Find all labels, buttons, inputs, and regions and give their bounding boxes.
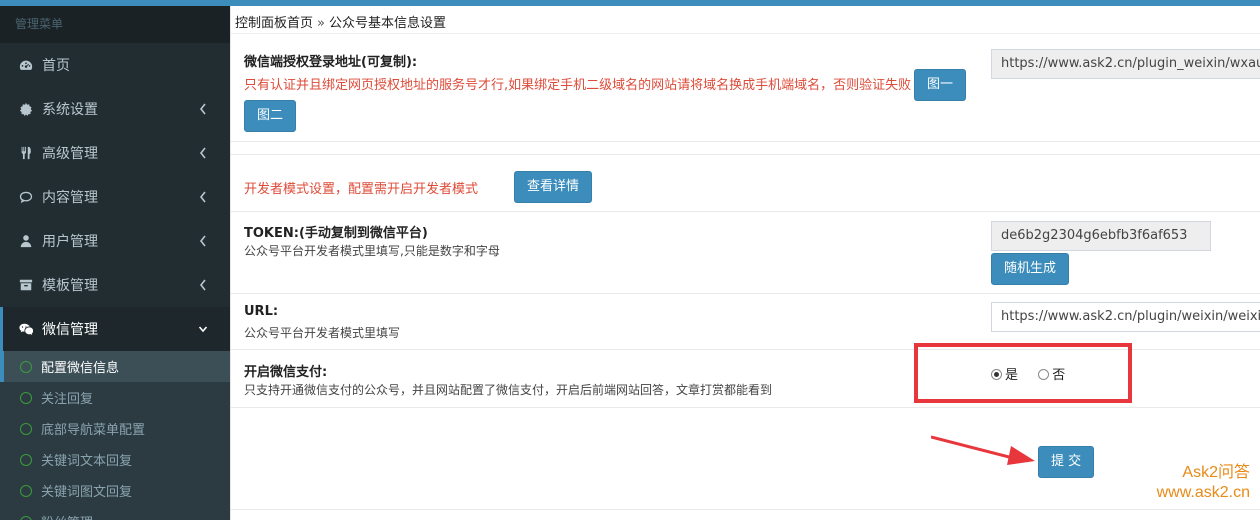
url-row: URL: 公众号平台开发者模式里填写 https://www.ask2.cn/p…: [231, 294, 1260, 350]
sidebar-subitem-fans[interactable]: 粉丝管理: [0, 506, 230, 520]
dashboard-icon: [18, 57, 34, 73]
circle-icon: [20, 453, 32, 466]
auth-url-warning: 只有认证并且绑定网页授权地址的服务号才行,如果绑定手机二级域名的网站请将域名换成…: [244, 78, 912, 93]
sidebar-subitem-config-wechat[interactable]: 配置微信信息: [0, 351, 230, 382]
sidebar-item-users[interactable]: 用户管理: [0, 219, 230, 263]
watermark: Ask2问答 www.ask2.cn: [1157, 463, 1250, 503]
sidebar-subitem-label: 关键词图文回复: [41, 485, 133, 500]
annotation-arrow-icon: [931, 435, 1035, 465]
chevron-left-icon: [198, 278, 212, 292]
sidebar-item-home[interactable]: 首页: [0, 43, 230, 87]
user-icon: [18, 233, 34, 249]
sidebar-item-label: 用户管理: [42, 234, 98, 250]
view-detail-button[interactable]: 查看详情: [514, 171, 593, 203]
auth-url-field[interactable]: https://www.ask2.cn/plugin_weixin/wxauth…: [991, 49, 1260, 79]
circle-icon: [20, 422, 32, 435]
gear-icon: [18, 101, 34, 117]
sidebar-subitem-label: 关注回复: [41, 392, 94, 407]
sidebar-subitem-keyword-news[interactable]: 关键词图文回复: [0, 475, 230, 506]
sidebar-subitem-label: 配置微信信息: [41, 361, 120, 376]
sidebar-subitem-label: 关键词文本回复: [41, 454, 133, 469]
sidebar-item-wechat[interactable]: 微信管理: [0, 307, 230, 351]
wechat-pay-label: 开启微信支付:: [244, 365, 328, 380]
random-generate-button[interactable]: 随机生成: [991, 253, 1070, 285]
sidebar-item-label: 首页: [42, 58, 70, 74]
chat-icon: [18, 189, 34, 205]
url-field[interactable]: https://www.ask2.cn/plugin/weixin/weixin: [991, 302, 1260, 332]
wechat-icon: [18, 321, 34, 337]
sidebar-item-content[interactable]: 内容管理: [0, 175, 230, 219]
token-label: TOKEN:(手动复制到微信平台): [244, 226, 428, 241]
wechat-pay-description: 只支持开通微信支付的公众号，并且网站配置了微信支付，开启后前端网站回答，文章打赏…: [244, 383, 773, 397]
submit-button[interactable]: 提 交: [1038, 446, 1095, 478]
breadcrumb-current: 公众号基本信息设置: [328, 16, 446, 31]
breadcrumb-home-link[interactable]: 控制面板首页: [235, 16, 313, 31]
archive-icon: [18, 277, 34, 293]
token-field[interactable]: de6b2g2304g6ebfb3f6af653: [991, 221, 1211, 251]
auth-url-label: 微信端授权登录地址(可复制):: [244, 55, 418, 70]
sidebar-item-label: 微信管理: [42, 322, 98, 338]
wechat-submenu: 配置微信信息 关注回复 底部导航菜单配置 关键词文本回复 关键词图文回复 粉丝管…: [0, 351, 230, 520]
figure-two-button[interactable]: 图二: [244, 100, 297, 132]
sidebar-item-label: 高级管理: [42, 146, 98, 162]
dev-mode-text: 开发者模式设置，配置需开启开发者模式: [244, 182, 479, 197]
sidebar-item-advanced[interactable]: 高级管理: [0, 131, 230, 175]
chevron-left-icon: [198, 102, 212, 116]
chevron-left-icon: [198, 190, 212, 204]
sidebar-subitem-follow-reply[interactable]: 关注回复: [0, 382, 230, 413]
sidebar-item-label: 模板管理: [42, 278, 98, 294]
sidebar-subitem-label: 底部导航菜单配置: [41, 423, 146, 438]
sidebar-item-system-settings[interactable]: 系统设置: [0, 87, 230, 131]
sidebar-item-templates[interactable]: 模板管理: [0, 263, 230, 307]
breadcrumb-separator: »: [317, 16, 325, 31]
sidebar-item-label: 内容管理: [42, 190, 98, 206]
chevron-down-icon: [198, 322, 212, 336]
sidebar-item-label: 系统设置: [42, 102, 98, 118]
circle-icon: [20, 391, 32, 404]
main-content: 控制面板首页 » 公众号基本信息设置 微信端授权登录地址(可复制): 只有认证并且绑…: [230, 6, 1260, 520]
circle-icon: [20, 360, 32, 373]
auth-url-row: 微信端授权登录地址(可复制): 只有认证并且绑定网页授权地址的服务号才行,如果绑…: [231, 40, 1260, 142]
chevron-left-icon: [198, 146, 212, 160]
watermark-line2: www.ask2.cn: [1156, 484, 1250, 501]
circle-icon: [20, 484, 32, 497]
token-description: 公众号平台开发者模式里填写,只能是数字和字母: [244, 244, 500, 258]
breadcrumb: 控制面板首页 » 公众号基本信息设置: [231, 6, 1260, 34]
bottom-divider: [231, 509, 1260, 510]
chevron-left-icon: [198, 234, 212, 248]
annotation-highlight-box: [914, 343, 1132, 403]
dev-mode-row: 开发者模式设置，配置需开启开发者模式 查看详情: [231, 154, 1260, 212]
menu-header: 管理菜单: [0, 6, 230, 43]
figure-one-button[interactable]: 图一: [914, 69, 967, 101]
sidebar-subitem-keyword-text[interactable]: 关键词文本回复: [0, 444, 230, 475]
url-label: URL:: [244, 304, 279, 319]
sidebar-subitem-bottom-menu[interactable]: 底部导航菜单配置: [0, 413, 230, 444]
token-row: TOKEN:(手动复制到微信平台) 公众号平台开发者模式里填写,只能是数字和字母…: [231, 212, 1260, 294]
url-description: 公众号平台开发者模式里填写: [244, 326, 401, 340]
watermark-line1: Ask2问答: [1182, 464, 1250, 481]
sidebar: 管理菜单 首页 系统设置 高级管理 内容管理 用户管理 模板管理 微信管理 配置…: [0, 6, 230, 520]
cutlery-icon: [18, 145, 34, 161]
circle-icon: [20, 515, 32, 520]
sidebar-subitem-label: 粉丝管理: [41, 512, 93, 520]
